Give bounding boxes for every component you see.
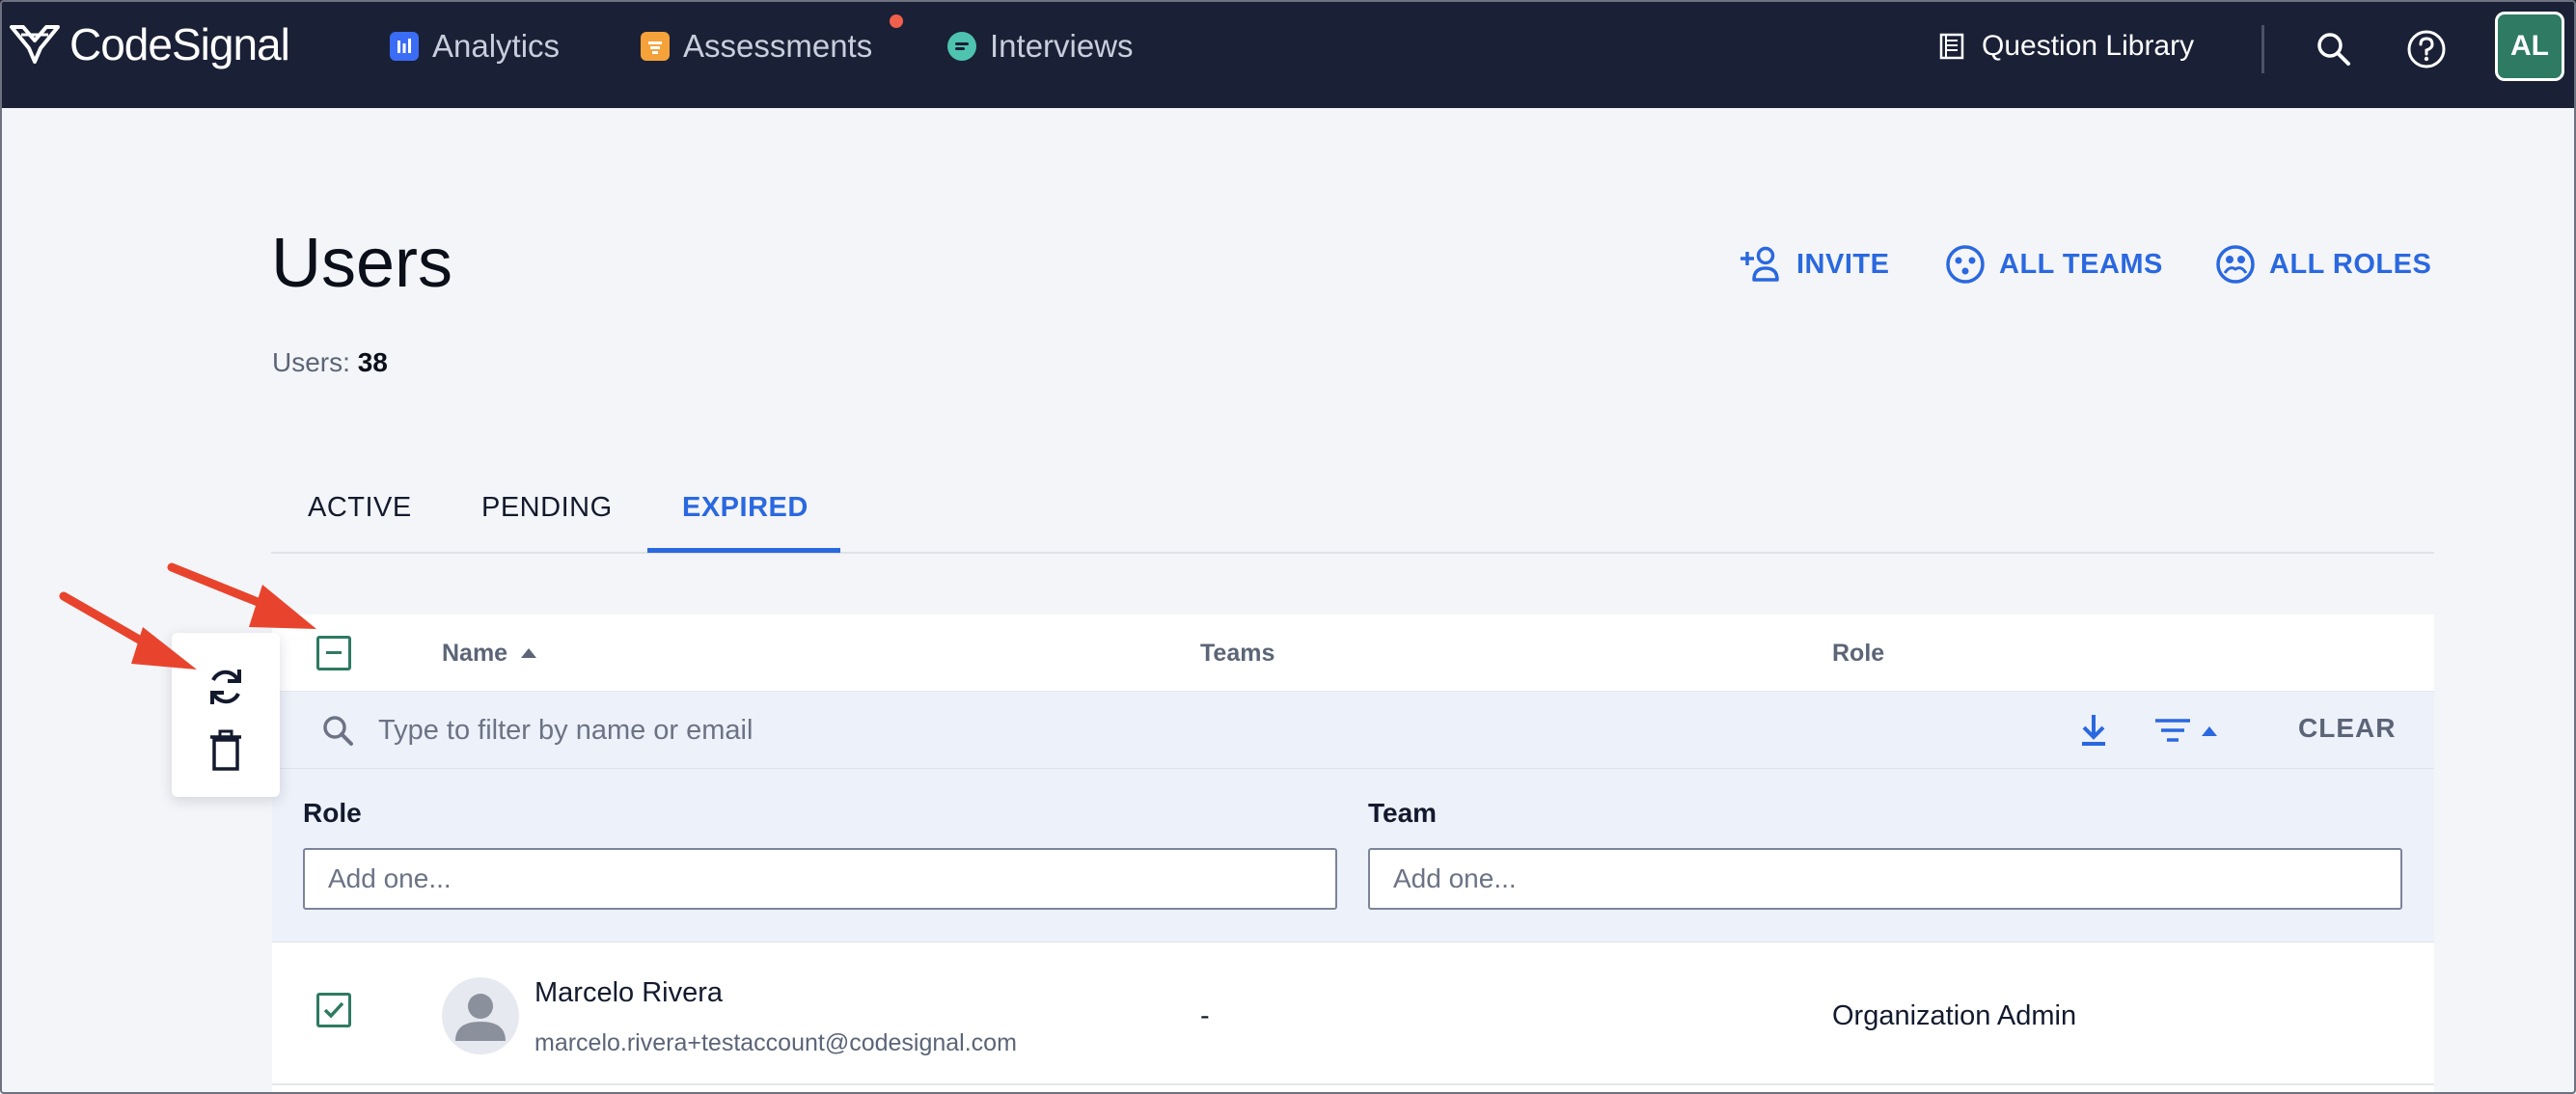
tab-expired[interactable]: EXPIRED	[682, 492, 808, 524]
user-teams: -	[1200, 1000, 1210, 1031]
codesignal-logo[interactable]: CodeSignal	[8, 17, 290, 71]
teams-icon	[1946, 245, 1985, 284]
refresh-icon	[210, 670, 241, 704]
assessments-icon	[641, 32, 670, 61]
tab-active[interactable]: ACTIVE	[308, 492, 412, 524]
user-email: marcelo.rivera+testaccount@codesignal.co…	[534, 1029, 1017, 1056]
brand-name: CodeSignal	[69, 19, 290, 69]
search-icon	[2317, 33, 2350, 66]
question-library-label: Question Library	[1982, 30, 2195, 62]
checkmark-icon	[323, 1001, 344, 1019]
filter-icon	[2155, 719, 2217, 742]
question-library-link[interactable]: Question Library	[1939, 23, 2194, 69]
user-avatar-button[interactable]: AL	[2495, 12, 2564, 81]
user-status-tabs: ACTIVE PENDING EXPIRED	[271, 463, 2434, 554]
all-teams-button[interactable]: ALL TEAMS	[1945, 243, 2163, 286]
select-all-checkbox[interactable]	[316, 636, 351, 670]
nav-divider	[2261, 25, 2264, 73]
nav-item-label: Interviews	[990, 28, 1134, 64]
users-count-value: 38	[357, 347, 388, 377]
avatar	[442, 977, 519, 1054]
users-count-label: Users:	[272, 347, 350, 377]
filter-toggle-button[interactable]	[2153, 715, 2231, 748]
team-filter-label: Team	[1368, 798, 1438, 828]
active-tab-indicator	[647, 548, 840, 553]
search-icon	[323, 716, 353, 746]
trash-icon	[210, 729, 241, 771]
all-teams-label: ALL TEAMS	[1999, 248, 2163, 280]
nav-item-label: Analytics	[432, 28, 561, 64]
table-row[interactable]: Marcelo Rivera marcelo.rivera+testaccoun…	[272, 943, 2434, 1085]
role-filter-label: Role	[303, 798, 362, 828]
all-roles-button[interactable]: ALL ROLES	[2215, 243, 2431, 286]
book-icon	[1939, 33, 1964, 60]
delete-button[interactable]	[199, 724, 253, 778]
person-placeholder-icon	[455, 994, 506, 1041]
invite-button[interactable]: INVITE	[1739, 243, 1889, 286]
invite-label: INVITE	[1796, 248, 1890, 280]
tab-pending[interactable]: PENDING	[481, 492, 613, 524]
user-role: Organization Admin	[1832, 1000, 2077, 1031]
clear-filters-button[interactable]: CLEAR	[2298, 713, 2396, 744]
help-icon	[2407, 30, 2446, 68]
column-header-role[interactable]: Role	[1832, 640, 1884, 668]
notification-dot	[890, 14, 903, 28]
page-title: Users	[271, 225, 453, 302]
help-button[interactable]	[2402, 25, 2451, 73]
users-count: Users: 38	[272, 347, 388, 378]
add-person-icon	[1740, 246, 1779, 282]
download-icon[interactable]	[2076, 711, 2111, 750]
analytics-icon	[390, 32, 419, 61]
team-filter-input[interactable]	[1368, 848, 2402, 910]
nav-item-label: Assessments	[683, 28, 873, 64]
top-navigation-bar: CodeSignal Analytics Assessments Intervi…	[0, 0, 2576, 108]
roles-icon	[2216, 245, 2255, 284]
user-name: Marcelo Rivera	[534, 977, 723, 1008]
interviews-icon	[947, 32, 976, 61]
filters-panel: Role Team	[272, 769, 2434, 943]
search-button[interactable]	[2310, 25, 2358, 73]
users-table: Name Teams Role CLEAR Role Team	[272, 615, 2434, 1094]
role-filter-input[interactable]	[303, 848, 1337, 910]
nav-item-analytics[interactable]: Analytics	[390, 23, 560, 69]
table-header-row: Name Teams Role	[272, 615, 2434, 692]
all-roles-label: ALL ROLES	[2269, 248, 2432, 280]
filter-row: CLEAR	[272, 692, 2434, 769]
resend-invite-button[interactable]	[199, 660, 253, 714]
row-checkbox[interactable]	[316, 993, 351, 1027]
column-header-name[interactable]: Name	[442, 640, 537, 668]
filter-by-name-or-email-input[interactable]	[378, 709, 2018, 752]
nav-item-interviews[interactable]: Interviews	[947, 23, 1134, 69]
annotation-arrow-icon	[167, 562, 316, 629]
sort-ascending-icon	[521, 648, 537, 658]
codesignal-logo-icon	[10, 25, 60, 64]
nav-item-assessments[interactable]: Assessments	[641, 23, 872, 69]
column-header-teams[interactable]: Teams	[1200, 640, 1274, 668]
